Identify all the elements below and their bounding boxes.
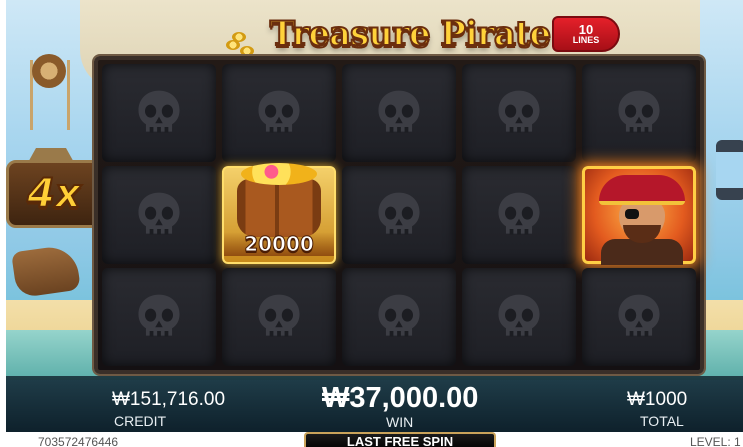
game-logo: Treasure Pirate: [250, 6, 570, 62]
skull-icon: [371, 85, 427, 141]
multiplier-plaque: 4x: [6, 160, 102, 228]
skull-icon: [131, 289, 187, 345]
total-bet-label: TOTAL: [640, 413, 684, 429]
reel-cell-skull: [462, 166, 576, 264]
gems-icon: [241, 163, 317, 185]
skull-icon: [251, 85, 307, 141]
shipwreck-icon: [11, 243, 81, 299]
level-label: LEVEL: 1: [690, 435, 741, 447]
skull-icon: [491, 85, 547, 141]
reel-cell-skull: [582, 268, 696, 366]
pulley-icon: [32, 54, 66, 88]
session-id: 703572476446: [38, 435, 119, 447]
skull-icon: [491, 187, 547, 243]
skull-icon: [251, 289, 307, 345]
reel-cell-skull: [462, 268, 576, 366]
reel-cell-skull: [582, 64, 696, 162]
game-title: Treasure Pirate: [269, 13, 552, 55]
skull-icon: [371, 187, 427, 243]
reel-cell-skull: [222, 64, 336, 162]
reel-board: 20000: [94, 56, 704, 374]
reel-cell-skull: [102, 64, 216, 162]
reel-cell-skull: [102, 166, 216, 264]
lantern-icon: [716, 140, 743, 200]
total-bet-value[interactable]: ₩1000: [627, 389, 687, 411]
win-label: WIN: [386, 414, 414, 430]
reel-cell-skull: [342, 166, 456, 264]
reel-cell-pirate-captain: [582, 166, 696, 265]
reel-cell-skull: [102, 268, 216, 366]
game-stage: Treasure Pirate 10 LINES 4x 20000 ₩151,7…: [0, 0, 743, 447]
skull-icon: [611, 289, 667, 345]
reel-cell-treasure-barrel: 20000: [222, 163, 336, 264]
skull-icon: [611, 85, 667, 141]
multiplier-value: 4x: [26, 170, 82, 218]
pirate-hat-icon: [599, 175, 685, 205]
lines-label: LINES: [572, 35, 600, 45]
gold-coin-icon: [232, 32, 246, 42]
skull-icon: [491, 289, 547, 345]
reel-cell-skull: [222, 268, 336, 366]
last-free-spin-banner: LAST FREE SPIN: [304, 432, 496, 447]
treasure-barrel-icon: [237, 163, 321, 237]
skull-icon: [131, 187, 187, 243]
skull-icon: [131, 85, 187, 141]
reel-cell-skull: [342, 268, 456, 366]
barrel-prize-value: 20000: [224, 232, 334, 257]
reel-cell-skull: [462, 64, 576, 162]
win-value: ₩37,000.00: [322, 382, 479, 414]
eyepatch-icon: [625, 209, 639, 219]
reel-cell-skull: [342, 64, 456, 162]
skull-icon: [371, 289, 427, 345]
lines-badge: 10 LINES: [552, 16, 620, 52]
credit-value: ₩151,716.00: [112, 389, 226, 410]
credit-label: CREDIT: [114, 413, 167, 429]
